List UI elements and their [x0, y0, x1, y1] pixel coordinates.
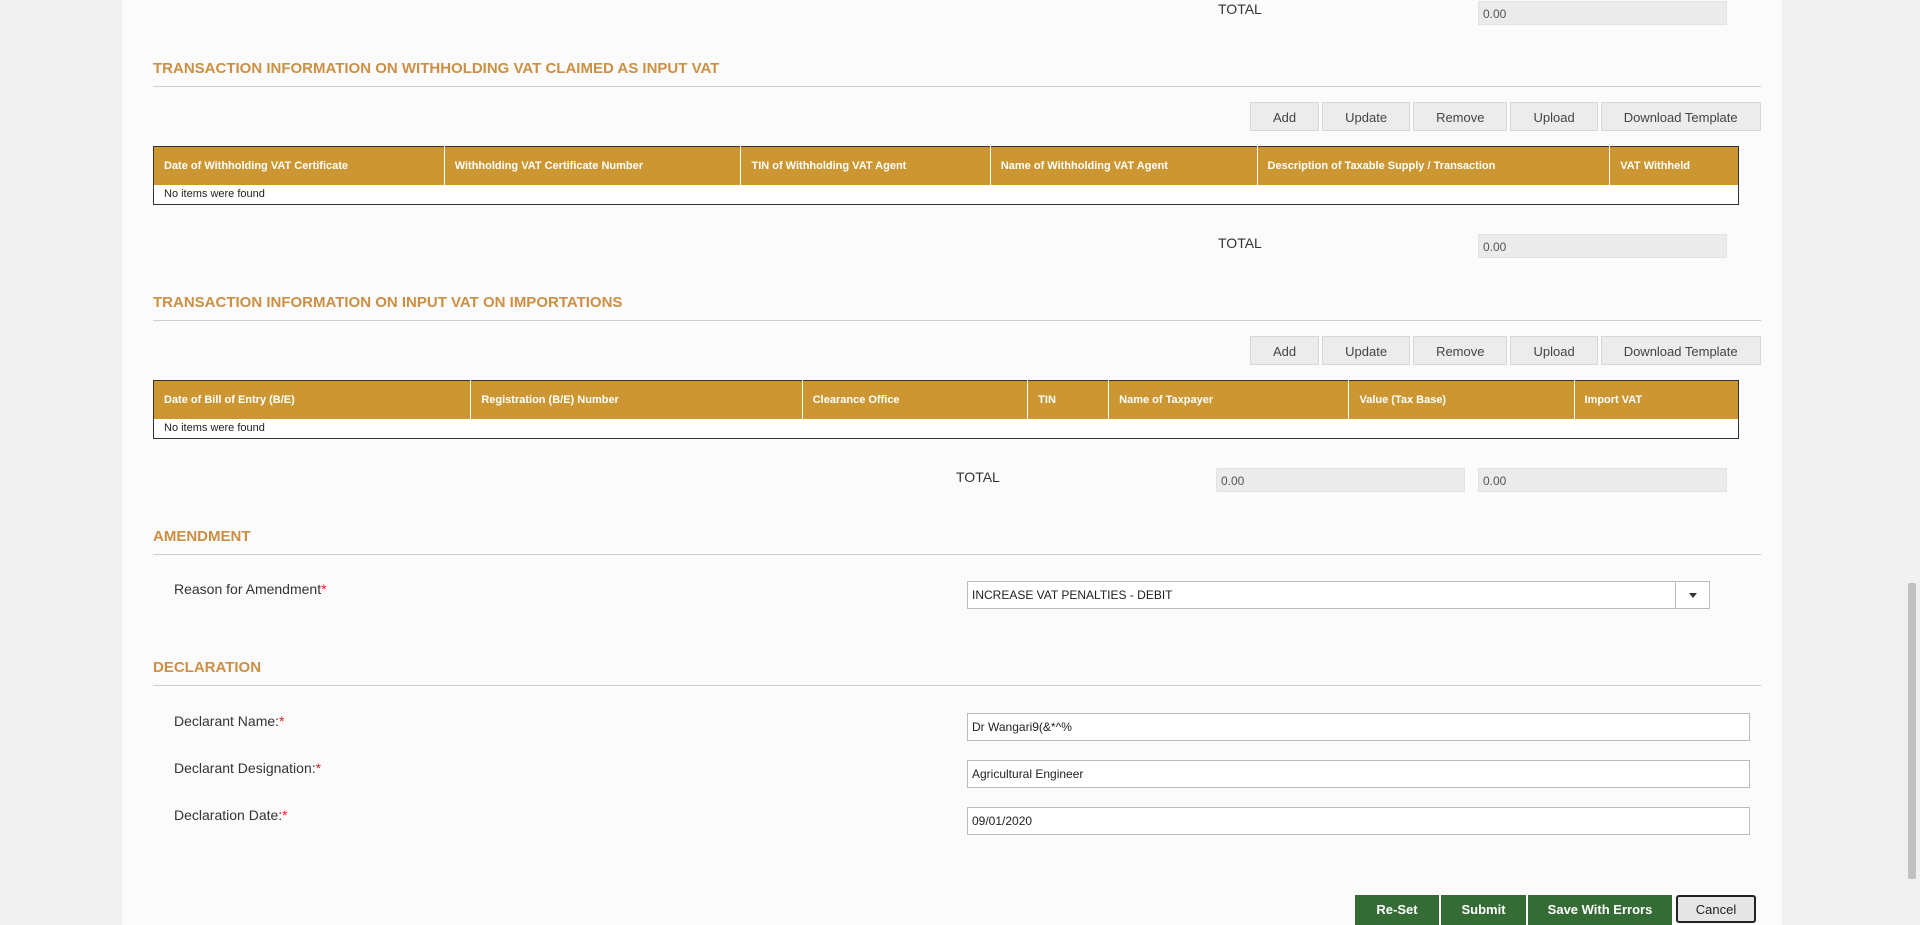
withholding-col-cert-number[interactable]: Withholding VAT Certificate Number: [444, 146, 742, 185]
scrollbar-thumb[interactable]: [1908, 583, 1916, 879]
withholding-remove-button[interactable]: Remove: [1413, 102, 1508, 131]
withholding-total-label: TOTAL: [1218, 235, 1262, 251]
declarant-name-label-text: Declarant Name:: [174, 713, 280, 729]
required-marker: *: [279, 713, 285, 729]
withholding-update-button[interactable]: Update: [1322, 102, 1411, 131]
withholding-total-field: 0.00: [1478, 234, 1727, 258]
importations-upload-button[interactable]: Upload: [1510, 336, 1598, 365]
reason-label-text: Reason for Amendment: [174, 581, 322, 597]
withholding-table: Date of Withholding VAT Certificate With…: [153, 146, 1739, 205]
vertical-scrollbar[interactable]: [1903, 0, 1920, 925]
importations-col-taxpayer-name[interactable]: Name of Taxpayer: [1108, 380, 1350, 419]
declaration-date-label: Declaration Date:*: [174, 807, 288, 823]
withholding-toolbar: Add Update Remove Upload Download Templa…: [1250, 102, 1761, 131]
withholding-download-template-button[interactable]: Download Template: [1600, 102, 1761, 131]
required-marker: *: [282, 807, 288, 823]
amendment-section-title: AMENDMENT: [153, 528, 1761, 555]
importations-col-be-date[interactable]: Date of Bill of Entry (B/E): [153, 380, 472, 419]
dropdown-arrow-button[interactable]: [1675, 582, 1709, 608]
top-total-label: TOTAL: [1218, 1, 1262, 17]
reason-for-amendment-label: Reason for Amendment*: [174, 581, 327, 597]
withholding-col-date[interactable]: Date of Withholding VAT Certificate: [153, 146, 445, 185]
required-marker: *: [321, 581, 327, 597]
importations-total-import-vat-field: 0.00: [1478, 468, 1727, 492]
reason-for-amendment-select[interactable]: INCREASE VAT PENALTIES - DEBIT: [967, 581, 1710, 609]
withholding-col-agent-name[interactable]: Name of Withholding VAT Agent: [990, 146, 1258, 185]
importations-total-label: TOTAL: [956, 469, 1000, 485]
importations-table: Date of Bill of Entry (B/E) Registration…: [153, 380, 1739, 439]
withholding-section-title: TRANSACTION INFORMATION ON WITHHOLDING V…: [153, 60, 1761, 87]
reason-selected-value: INCREASE VAT PENALTIES - DEBIT: [972, 588, 1173, 602]
importations-remove-button[interactable]: Remove: [1413, 336, 1508, 365]
importations-col-import-vat[interactable]: Import VAT: [1574, 380, 1739, 419]
declaration-date-input[interactable]: [967, 807, 1750, 835]
importations-add-button[interactable]: Add: [1250, 336, 1320, 365]
importations-download-template-button[interactable]: Download Template: [1600, 336, 1761, 365]
importations-col-tin[interactable]: TIN: [1027, 380, 1110, 419]
withholding-col-description[interactable]: Description of Taxable Supply / Transact…: [1257, 146, 1611, 185]
importations-col-tax-base[interactable]: Value (Tax Base): [1348, 380, 1575, 419]
declarant-designation-label-text: Declarant Designation:: [174, 760, 316, 776]
declaration-date-label-text: Declaration Date:: [174, 807, 283, 823]
withholding-table-header: Date of Withholding VAT Certificate With…: [153, 146, 1739, 185]
importations-toolbar: Add Update Remove Upload Download Templa…: [1250, 336, 1761, 365]
importations-col-clearance-office[interactable]: Clearance Office: [802, 380, 1029, 419]
cancel-button[interactable]: Cancel: [1676, 895, 1756, 923]
importations-table-header: Date of Bill of Entry (B/E) Registration…: [153, 380, 1739, 419]
withholding-upload-button[interactable]: Upload: [1510, 102, 1598, 131]
save-with-errors-button[interactable]: Save With Errors: [1528, 895, 1672, 925]
submit-button[interactable]: Submit: [1441, 895, 1526, 925]
declarant-designation-input[interactable]: [967, 760, 1750, 788]
declarant-name-input[interactable]: [967, 713, 1750, 741]
table-row: No items were found: [153, 184, 1739, 205]
top-total-field: 0.00: [1478, 1, 1727, 25]
declarant-designation-label: Declarant Designation:*: [174, 760, 321, 776]
withholding-col-agent-tin[interactable]: TIN of Withholding VAT Agent: [740, 146, 991, 185]
importations-update-button[interactable]: Update: [1322, 336, 1411, 365]
importations-total-tax-base-field: 0.00: [1216, 468, 1465, 492]
declarant-name-label: Declarant Name:*: [174, 713, 285, 729]
required-marker: *: [315, 760, 322, 776]
reset-button[interactable]: Re-Set: [1355, 895, 1439, 925]
withholding-add-button[interactable]: Add: [1250, 102, 1320, 131]
importations-empty-message: No items were found: [153, 418, 1739, 439]
importations-col-registration[interactable]: Registration (B/E) Number: [470, 380, 803, 419]
withholding-empty-message: No items were found: [153, 184, 1739, 205]
importations-section-title: TRANSACTION INFORMATION ON INPUT VAT ON …: [153, 294, 1761, 321]
table-row: No items were found: [153, 418, 1739, 439]
declaration-section-title: DECLARATION: [153, 659, 1761, 686]
chevron-down-icon: [1688, 592, 1697, 598]
withholding-col-vat-withheld[interactable]: VAT Withheld: [1609, 146, 1739, 185]
